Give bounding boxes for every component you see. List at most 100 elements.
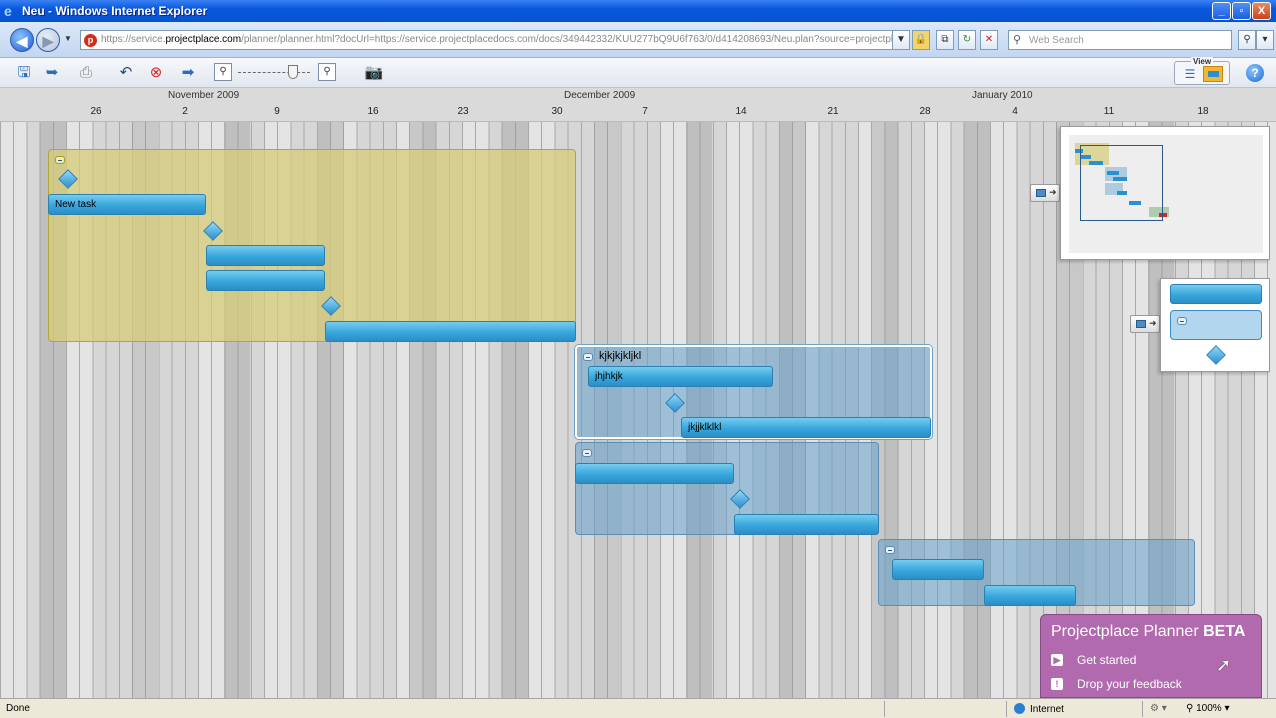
search-provider-icon: ⚲ [1013, 34, 1022, 46]
address-toolbar: ◀ ▶ ▼ p https://service.projectplace.com… [0, 22, 1276, 58]
help-icon[interactable]: ? [1246, 64, 1264, 82]
task-bar[interactable]: jhjhkjk [588, 366, 773, 387]
mouse-cursor-icon: ➚ [1216, 655, 1232, 675]
compatibility-icon[interactable]: ⧉ [936, 30, 954, 50]
zoom-thumb[interactable] [288, 65, 298, 79]
search-placeholder: Web Search [1029, 35, 1084, 46]
day-label: 7 [642, 106, 648, 117]
task-bar[interactable] [984, 585, 1076, 606]
task-bar[interactable] [734, 514, 879, 535]
collapse-group-icon[interactable] [582, 449, 592, 457]
view-switcher: View ☰ [1174, 57, 1230, 85]
overview-toggle-button[interactable]: ➜ [1030, 184, 1060, 202]
legend-toggle-icon [1136, 320, 1146, 328]
legend-panel [1160, 278, 1270, 372]
address-dropdown-icon[interactable]: ▼ [892, 30, 910, 50]
protected-mode-icon[interactable]: ⚙ ▾ [1150, 703, 1167, 714]
status-divider [884, 701, 885, 717]
timeline-header: November 2009 December 2009 January 2010… [0, 88, 1276, 122]
task-bar[interactable] [892, 559, 984, 580]
maximize-button[interactable]: ▫ [1232, 2, 1251, 20]
overview-panel[interactable] [1060, 126, 1270, 260]
close-window-button[interactable]: X [1252, 2, 1271, 20]
indent-icon[interactable]: ➡ [178, 63, 198, 83]
day-label: 2 [182, 106, 188, 117]
overview-viewport[interactable] [1080, 145, 1163, 221]
status-divider [1142, 701, 1143, 717]
search-options-icon[interactable]: ▾ [1256, 30, 1274, 50]
task-bar[interactable]: New task [48, 194, 206, 215]
month-label: November 2009 [168, 90, 240, 101]
overview-toggle-icon [1036, 189, 1046, 197]
task-bar[interactable] [206, 270, 325, 291]
camera-icon[interactable]: 📷 [364, 63, 384, 83]
arrow-right-icon: ➜ [1049, 187, 1057, 197]
month-label: January 2010 [972, 90, 1033, 101]
task-bar[interactable] [206, 245, 325, 266]
day-label: 30 [551, 106, 563, 117]
list-view-icon[interactable]: ☰ [1181, 67, 1199, 81]
legend-task-sample[interactable] [1170, 284, 1262, 304]
legend-toggle-button[interactable]: ➜ [1130, 315, 1160, 333]
gantt-view-icon[interactable] [1203, 66, 1223, 82]
window-titlebar: e Neu - Windows Internet Explorer _ ▫ X [0, 0, 1276, 22]
group-label: kjkjkjkljkl [599, 350, 642, 362]
projectplace-favicon-icon: p [84, 34, 97, 47]
status-divider [1006, 701, 1007, 717]
back-button[interactable]: ◀ [10, 28, 34, 52]
security-zone[interactable]: Internet [1014, 703, 1064, 715]
day-label: 23 [457, 106, 469, 117]
collapse-group-icon[interactable] [55, 156, 65, 164]
lock-icon[interactable]: 🔒 [912, 30, 930, 50]
day-label: 28 [919, 106, 931, 117]
refresh-icon[interactable]: ↻ [958, 30, 976, 50]
day-label: 4 [1012, 106, 1018, 117]
day-label: 16 [367, 106, 379, 117]
day-label: 21 [827, 106, 839, 117]
task-bar[interactable] [325, 321, 576, 342]
task-bar[interactable] [575, 463, 734, 484]
globe-icon [1014, 703, 1025, 714]
delete-icon[interactable]: ⊗ [146, 63, 166, 83]
weekend-column [964, 122, 990, 698]
view-label: View [1191, 57, 1214, 66]
zoom-in-icon[interactable]: ⚲ [318, 63, 336, 81]
feedback-icon: ! [1051, 678, 1063, 690]
stop-icon[interactable]: ✕ [980, 30, 998, 50]
task-label: jkjjklklkl [688, 422, 722, 433]
forward-button[interactable]: ▶ [36, 28, 60, 52]
day-label: 11 [1103, 106, 1115, 117]
url-text[interactable]: https://service.projectplace.com/planner… [101, 34, 901, 45]
window-title: Neu - Windows Internet Explorer [22, 4, 208, 18]
legend-group-sample[interactable] [1170, 310, 1262, 340]
day-label: 18 [1197, 106, 1209, 117]
print-icon[interactable]: ⎙ [76, 63, 96, 83]
status-bar: Done Internet ⚙ ▾ ⚲ 100% ▾ [0, 698, 1276, 718]
month-label: December 2009 [564, 90, 636, 101]
undo-icon[interactable]: ↶ [116, 63, 136, 83]
planner-toolbar: 🖫 ➥ ⎙ ↶ ⊗ ➡ ⚲ ⚲ 📷 View ☰ ? [0, 57, 1276, 88]
search-box[interactable]: ⚲ Web Search [1008, 30, 1232, 50]
day-label: 9 [274, 106, 280, 117]
overview-canvas[interactable] [1069, 135, 1263, 253]
task-label: New task [55, 199, 97, 210]
arrow-right-icon: ➜ [1149, 318, 1157, 328]
legend-milestone-sample[interactable] [1206, 345, 1226, 365]
address-bar[interactable]: p https://service.projectplace.com/plann… [80, 30, 906, 50]
collapse-group-icon[interactable] [885, 546, 895, 554]
task-label: jhjhkjk [595, 371, 623, 382]
zoom-track[interactable] [238, 72, 310, 73]
zoom-slider[interactable]: ⚲ ⚲ [214, 63, 338, 83]
zoom-out-icon[interactable]: ⚲ [214, 63, 232, 81]
day-label: 26 [90, 106, 102, 117]
status-text: Done [6, 703, 30, 714]
save-as-icon[interactable]: ➥ [42, 63, 62, 83]
history-dropdown-icon[interactable]: ▼ [64, 34, 72, 43]
ie-logo-icon: e [4, 3, 12, 19]
zoom-level[interactable]: ⚲ 100% ▾ [1186, 703, 1230, 714]
minimize-button[interactable]: _ [1212, 2, 1231, 20]
task-bar[interactable]: jkjjklklkl [681, 417, 931, 438]
collapse-group-icon[interactable] [583, 353, 593, 361]
save-icon[interactable]: 🖫 [14, 63, 34, 83]
search-icon[interactable]: ⚲ [1238, 30, 1256, 50]
